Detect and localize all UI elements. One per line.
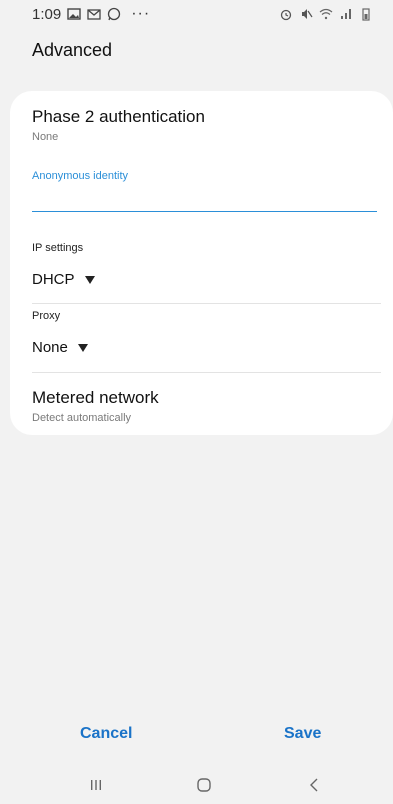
ip-settings-label: IP settings [32,242,84,254]
anonymous-identity-input[interactable] [32,187,377,212]
mute-icon [299,7,313,21]
recents-icon[interactable] [84,773,108,797]
metered-network-row[interactable]: Metered network Detect automatically [32,388,377,424]
phase2-authentication-title: Phase 2 authentication [32,107,205,126]
alarm-icon [279,7,293,21]
ip-settings-dropdown[interactable]: DHCP [32,271,95,288]
save-button[interactable]: Save [284,725,321,743]
status-left: 1:09 ··· [32,5,150,23]
battery-icon [359,7,373,21]
page-title: Advanced [32,40,113,60]
status-right [279,7,373,21]
back-icon[interactable] [302,773,326,797]
dropdown-caret-icon [77,343,88,352]
status-time: 1:09 [32,5,62,23]
ip-settings-value: DHCP [32,271,75,288]
dropdown-caret-icon [84,275,95,284]
divider [32,303,381,304]
proxy-dropdown[interactable]: None [32,339,88,356]
advanced-settings-card: Phase 2 authentication None Anonymous id… [10,91,393,435]
cancel-button[interactable]: Cancel [80,725,132,743]
gmail-icon [87,7,101,21]
metered-network-value: Detect automatically [32,412,132,424]
status-bar: 1:09 ··· [0,0,393,28]
metered-network-title: Metered network [32,388,159,407]
home-icon[interactable] [192,773,216,797]
phase2-authentication-value: None [32,131,59,143]
signal-icon [339,7,353,21]
wifi-icon [319,7,333,21]
whatsapp-icon [107,7,121,21]
overflow-indicator: ··· [131,5,151,22]
divider [32,372,381,373]
phase2-authentication-row[interactable]: Phase 2 authentication None [32,107,377,143]
anonymous-identity-label: Anonymous identity [32,170,128,182]
gallery-icon [67,7,81,21]
proxy-value: None [32,339,68,356]
proxy-label: Proxy [32,310,61,322]
navigation-bar [0,766,393,804]
